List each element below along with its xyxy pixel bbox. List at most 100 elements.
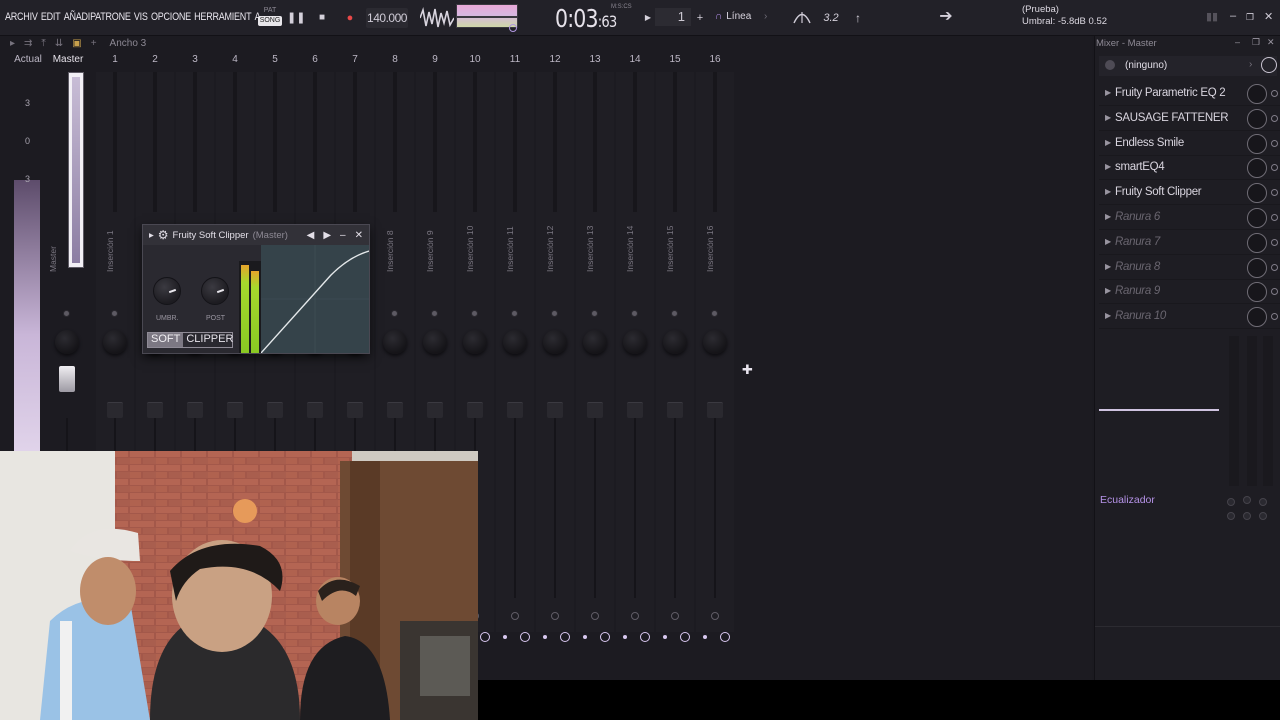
step-size-display[interactable]: 3.2 [820,10,842,26]
send-dot-icon[interactable] [503,635,507,639]
send-switch-icon[interactable] [520,632,530,642]
close-plugin-icon[interactable]: ✕ [355,230,363,241]
slot-mix-knob[interactable] [1247,108,1267,129]
post-gain-knob[interactable] [201,277,229,305]
menu-archivo[interactable]: ARCHIV [5,11,38,23]
strip-volume-fader[interactable] [507,402,523,418]
strip-volume-fader[interactable] [187,402,203,418]
strip-pan-knob[interactable] [463,330,487,354]
send-switch-icon[interactable] [640,632,650,642]
eq-band-knob[interactable] [1227,498,1235,506]
effect-slot-8[interactable]: ▶ Ranura 8 [1099,256,1280,280]
mixer-strip-insert-14[interactable]: Inserción 14 [616,72,654,632]
panel-close-icon[interactable]: ✕ [1267,37,1275,48]
slot-enable-led[interactable] [1271,238,1278,246]
minimize-plugin-icon[interactable]: – [340,230,346,241]
strip-volume-fader[interactable] [307,402,323,418]
upload-icon[interactable]: ⤒ [41,38,45,49]
strip-send-knob[interactable] [591,612,599,620]
play-arrow-icon[interactable]: ▶ [640,10,656,26]
menu-arrow-icon[interactable]: ▸ [10,38,15,49]
slot-enable-led[interactable] [1271,164,1278,172]
slot-menu-arrow-icon[interactable]: ▶ [1105,162,1111,171]
panel-menu-icon[interactable]: – [1235,37,1240,47]
slot-enable-led[interactable] [1271,214,1278,221]
strip-volume-fader[interactable] [227,402,243,418]
pause-icon[interactable]: ❚❚ [287,10,305,26]
mixer-strip-insert-15[interactable]: Inserción 15 [656,72,694,632]
send-dot-icon[interactable] [623,635,627,639]
strip-volume-fader[interactable] [147,402,163,418]
strip-volume-fader[interactable] [267,402,283,418]
strip-send-knob[interactable] [551,612,559,620]
slot-menu-arrow-icon[interactable]: ▶ [1105,187,1111,196]
strip-route-dot[interactable] [111,310,118,317]
threshold-knob[interactable] [153,277,181,305]
close-icon[interactable]: ✕ [1264,10,1273,23]
eq-band-knob[interactable] [1243,512,1251,520]
strip-volume-fader[interactable] [667,402,683,418]
slot-menu-arrow-icon[interactable]: ▶ [1105,113,1111,122]
slot-menu-arrow-icon[interactable]: ▶ [1105,262,1111,271]
strip-volume-fader[interactable] [107,402,123,418]
slot-menu-arrow-icon[interactable]: ▶ [1105,138,1111,147]
slot-mix-knob[interactable] [1247,183,1267,204]
menu-vista[interactable]: VIS [134,11,148,23]
slot-mix-knob[interactable] [1247,257,1267,278]
record-icon[interactable]: ● [342,10,358,26]
slot-enable-led[interactable] [1271,189,1278,197]
pattern-selector[interactable]: 1 [655,8,691,26]
eq-band-knob[interactable] [1243,496,1251,504]
plugin-titlebar[interactable]: ▸ ⚙ Fruity Soft Clipper (Master) ◀ ▶ – ✕ [143,225,369,245]
strip-send-knob[interactable] [711,612,719,620]
strip-volume-fader[interactable] [587,402,603,418]
add-track-icon[interactable]: + [91,38,97,49]
gear-icon[interactable]: ⚙ [158,228,169,242]
song-time-display[interactable]: 0:03:63 [555,4,617,33]
tempo-display[interactable]: 140.000 [366,8,408,28]
minimize-icon[interactable]: – [1230,10,1236,22]
menu-herramientas[interactable]: HERRAMIENT [194,11,251,23]
eq-band-knob[interactable] [1259,512,1267,520]
eq-band-knob[interactable] [1259,498,1267,506]
master-volume-fader[interactable] [59,366,75,392]
strip-route-dot[interactable] [391,310,398,317]
strip-send-knob[interactable] [511,612,519,620]
slot-enable-led[interactable] [1271,288,1278,296]
send-switch-icon[interactable] [560,632,570,642]
strip-pan-knob[interactable] [663,330,687,354]
effect-slot-9[interactable]: ▶ Ranura 9 [1099,280,1280,305]
narrow-icon[interactable]: ⇊ [55,38,63,49]
strip-volume-fader[interactable] [387,402,403,418]
strip-send-knob[interactable] [671,612,679,620]
strip-pan-knob[interactable] [543,330,567,354]
arrow-right-icon[interactable]: ➔ [938,9,954,26]
mixer-strip-insert-13[interactable]: Inserción 13 [576,72,614,632]
latency-clock-icon[interactable] [1261,57,1277,73]
strip-route-dot[interactable] [431,310,438,317]
slot-mix-knob[interactable] [1247,208,1267,228]
info-icon[interactable]: ↑ [850,10,866,26]
effect-slot-10[interactable]: ▶ Ranura 10 [1099,305,1280,330]
slot-menu-arrow-icon[interactable]: ▶ [1105,237,1111,246]
panel-detach-icon[interactable]: ❐ [1252,37,1260,48]
strip-volume-fader[interactable] [707,402,723,418]
strip-route-dot[interactable] [671,310,678,317]
next-preset-icon[interactable]: ▶ [323,230,331,241]
send-dot-icon[interactable] [703,635,707,639]
strip-pan-knob[interactable] [103,330,127,354]
slot-enable-led[interactable] [1271,263,1278,271]
master-pitch-knob[interactable] [509,24,517,32]
add-pattern-icon[interactable]: + [692,10,708,26]
strip-volume-fader[interactable] [347,402,363,418]
strip-route-dot[interactable] [471,310,478,317]
send-switch-icon[interactable] [600,632,610,642]
eq-band-knob[interactable] [1227,512,1235,520]
effect-slot-1[interactable]: ▶ Fruity Parametric EQ 2 [1099,82,1280,106]
strip-pan-knob[interactable] [383,330,407,354]
slot-menu-arrow-icon[interactable]: ▶ [1105,311,1111,320]
send-switch-icon[interactable] [480,632,490,642]
effect-slot-4[interactable]: ▶ smartEQ4 [1099,156,1280,181]
slot-mix-knob[interactable] [1247,282,1267,303]
slot-mix-knob[interactable] [1247,158,1267,179]
